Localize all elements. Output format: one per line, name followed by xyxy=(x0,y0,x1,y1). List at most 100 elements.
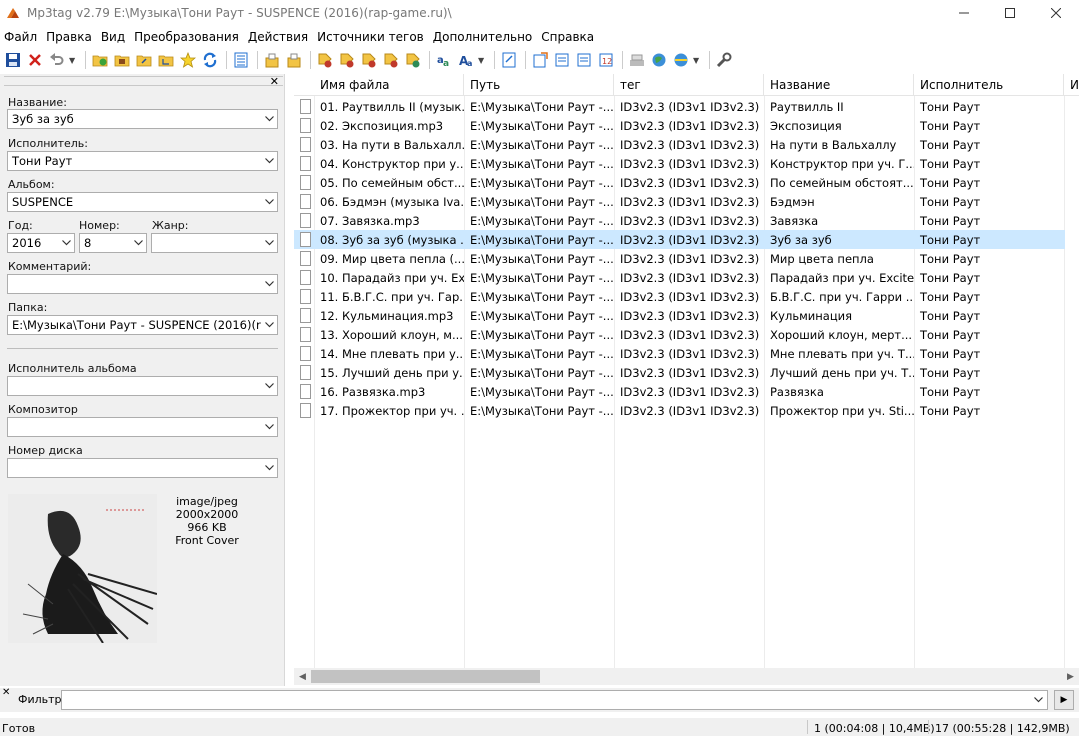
album-field[interactable]: SUSPENCE xyxy=(7,192,278,212)
scroll-right-icon[interactable]: ▶ xyxy=(1062,668,1079,685)
chevron-down-icon[interactable] xyxy=(261,459,277,477)
table-row[interactable]: 15. Лучший день при у... E:\Музыка\Тони Р… xyxy=(294,363,1065,382)
column-header-filename[interactable]: Имя файла xyxy=(314,74,464,96)
chevron-down-icon[interactable] xyxy=(261,110,277,128)
artist-field[interactable]: Тони Раут xyxy=(7,151,278,171)
album-artist-field[interactable] xyxy=(7,376,278,396)
export-icon[interactable] xyxy=(530,50,550,70)
extended-tags-icon[interactable] xyxy=(499,50,519,70)
filename-to-filename-icon[interactable] xyxy=(403,50,423,70)
favorites-star-icon[interactable] xyxy=(178,50,198,70)
undo-dropdown-icon[interactable]: ▼ xyxy=(69,56,78,65)
filter-apply-button[interactable]: ▶ xyxy=(1054,690,1074,710)
playlist-icon[interactable] xyxy=(552,50,572,70)
copy-tags-icon[interactable] xyxy=(262,50,282,70)
composer-field[interactable] xyxy=(7,417,278,437)
globe-icon[interactable] xyxy=(649,50,669,70)
table-row[interactable]: 08. Зуб за зуб (музыка ... E:\Музыка\Тони… xyxy=(294,230,1065,249)
actions-dropdown-icon[interactable]: ▼ xyxy=(478,56,487,65)
options-wrench-icon[interactable] xyxy=(714,50,734,70)
web-sources-dropdown-icon[interactable]: ▼ xyxy=(693,56,702,65)
table-row[interactable]: 17. Прожектор при уч. ... E:\Музыка\Тони … xyxy=(294,401,1065,420)
autonumber-icon[interactable]: aa xyxy=(434,50,454,70)
refresh-icon[interactable] xyxy=(200,50,220,70)
remove-tag-icon[interactable] xyxy=(25,50,45,70)
paste-tags-icon[interactable] xyxy=(284,50,304,70)
genre-field[interactable] xyxy=(151,233,278,253)
tag-to-tag-icon[interactable] xyxy=(381,50,401,70)
chevron-down-icon[interactable] xyxy=(261,193,277,211)
table-row[interactable]: 10. Парадайз при уч. Ex... E:\Музыка\Тони… xyxy=(294,268,1065,287)
filter-label: Фильтр xyxy=(18,693,62,706)
menu-convert[interactable]: Преобразования xyxy=(130,30,244,44)
text-file-to-tag-icon[interactable] xyxy=(359,50,379,70)
horizontal-scrollbar[interactable]: ◀ ▶ xyxy=(294,668,1079,685)
chevron-down-icon[interactable] xyxy=(130,234,146,252)
table-row[interactable]: 13. Хороший клоун, м... E:\Музыка\Тони Ра… xyxy=(294,325,1065,344)
table-row[interactable]: 09. Мир цвета пепла (... E:\Музыка\Тони Р… xyxy=(294,249,1065,268)
open-folder-icon[interactable] xyxy=(112,50,132,70)
save-icon[interactable] xyxy=(3,50,23,70)
table-row[interactable]: 04. Конструктор при у... E:\Музыка\Тони Р… xyxy=(294,154,1065,173)
table-row[interactable]: 07. Завязка.mp3 E:\Музыка\Тони Раут -... I… xyxy=(294,211,1065,230)
cover-art-image[interactable] xyxy=(8,494,157,643)
menu-view[interactable]: Вид xyxy=(97,30,130,44)
case-conversion-icon[interactable]: Aa xyxy=(456,50,476,70)
year-field[interactable]: 2016 xyxy=(7,233,75,253)
menu-actions[interactable]: Действия xyxy=(244,30,313,44)
playlist-alt-icon[interactable] xyxy=(574,50,594,70)
comment-field[interactable] xyxy=(7,274,278,294)
minimize-button[interactable] xyxy=(941,0,987,25)
track-field[interactable]: 8 xyxy=(79,233,147,253)
chevron-down-icon[interactable] xyxy=(261,316,277,334)
column-header-tag[interactable]: тег xyxy=(614,74,764,96)
menu-help[interactable]: Справка xyxy=(537,30,599,44)
table-row[interactable]: 06. Бэдмэн (музыка Iva... E:\Музыка\Тони … xyxy=(294,192,1065,211)
column-header-path[interactable]: Путь xyxy=(464,74,614,96)
disc-field[interactable] xyxy=(7,458,278,478)
chevron-down-icon[interactable] xyxy=(1031,692,1045,708)
menu-edit[interactable]: Правка xyxy=(42,30,97,44)
cell-title: Экспозиция xyxy=(770,118,842,133)
menu-extra[interactable]: Дополнительно xyxy=(429,30,538,44)
change-folder-icon[interactable] xyxy=(134,50,154,70)
table-row[interactable]: 12. Кульминация.mp3 E:\Музыка\Тони Раут -… xyxy=(294,306,1065,325)
table-row[interactable]: 02. Экспозиция.mp3 E:\Музыка\Тони Раут -.… xyxy=(294,116,1065,135)
cover-dimensions: 2000x2000 xyxy=(175,508,239,521)
table-row[interactable]: 14. Мне плевать при у... E:\Музыка\Тони Р… xyxy=(294,344,1065,363)
folder-field[interactable]: E:\Музыка\Тони Раут - SUSPENCE (2016)(ra… xyxy=(7,315,278,335)
filter-input[interactable] xyxy=(61,690,1048,710)
close-button[interactable] xyxy=(1033,0,1079,25)
chevron-down-icon[interactable] xyxy=(261,152,277,170)
filename-to-tag-icon[interactable] xyxy=(337,50,357,70)
table-row[interactable]: 05. По семейным обст... E:\Музыка\Тони Ра… xyxy=(294,173,1065,192)
table-row[interactable]: 11. Б.В.Г.С. при уч. Гар... E:\Музыка\Тон… xyxy=(294,287,1065,306)
chevron-down-icon[interactable] xyxy=(261,418,277,436)
table-row[interactable]: 16. Развязка.mp3 E:\Музыка\Тони Раут -...… xyxy=(294,382,1065,401)
add-folder-icon[interactable] xyxy=(90,50,110,70)
scroll-left-icon[interactable]: ◀ xyxy=(294,668,311,685)
chevron-down-icon[interactable] xyxy=(261,377,277,395)
select-all-icon[interactable] xyxy=(231,50,251,70)
chevron-down-icon[interactable] xyxy=(261,275,277,293)
column-header-artist[interactable]: Исполнитель xyxy=(914,74,1064,96)
scrollbar-thumb[interactable] xyxy=(311,670,540,683)
title-field[interactable]: Зуб за зуб xyxy=(7,109,278,129)
maximize-button[interactable] xyxy=(987,0,1033,25)
filter-close-icon[interactable]: ✕ xyxy=(2,687,10,698)
table-row[interactable]: 01. Раутвилль II (музык... E:\Музыка\Тони… xyxy=(294,97,1065,116)
menu-tag-sources[interactable]: Источники тегов xyxy=(313,30,429,44)
column-header-title[interactable]: Название xyxy=(764,74,914,96)
tag-to-filename-icon[interactable] xyxy=(315,50,335,70)
folder-tree-icon[interactable] xyxy=(156,50,176,70)
freedb-icon[interactable]: 12 xyxy=(596,50,616,70)
globe-icon[interactable] xyxy=(671,50,691,70)
web-sources-icon[interactable] xyxy=(627,50,647,70)
column-header-extra[interactable]: И xyxy=(1064,74,1079,96)
table-row[interactable]: 03. На пути в Вальхалл... E:\Музыка\Тони … xyxy=(294,135,1065,154)
panel-close-icon[interactable]: ✕ xyxy=(270,76,279,87)
chevron-down-icon[interactable] xyxy=(58,234,74,252)
chevron-down-icon[interactable] xyxy=(261,234,277,252)
undo-icon[interactable] xyxy=(47,50,67,70)
menu-file[interactable]: Файл xyxy=(0,30,42,44)
